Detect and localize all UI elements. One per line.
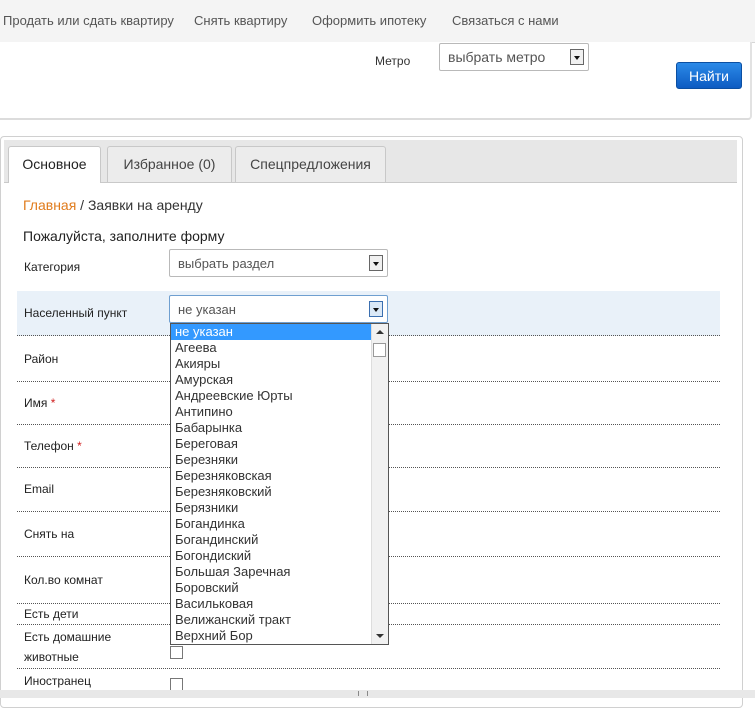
dropdown-option[interactable]: Андреевские Юрты [171,388,388,404]
category-select-value: выбрать раздел [178,256,275,271]
city-label: Населенный пункт [24,306,128,320]
nav-link-contact[interactable]: Связаться с нами [452,13,559,28]
dropdown-scrollbar[interactable] [371,324,388,644]
foreigner-label: Иностранец [24,674,91,688]
name-label-text: Имя [24,396,48,410]
city-dropdown-list[interactable]: не указан Агеева Акияры Амурская Андреевские… [170,323,389,645]
breadcrumb-home-link[interactable]: Главная [23,197,76,213]
kids-label: Есть дети [24,607,79,621]
dropdown-option[interactable]: Верхний Бор [171,628,388,644]
dropdown-option[interactable]: Васильковая [171,596,388,612]
dropdown-option[interactable]: Акияры [171,356,388,372]
breadcrumb-current: Заявки на аренду [87,197,203,213]
city-select[interactable]: не указан [169,295,388,323]
nav-link-mortgage[interactable]: Оформить ипотеку [312,13,426,28]
name-label: Имя * [24,396,55,410]
district-label: Район [24,352,59,366]
dropdown-option[interactable]: Богандинка [171,516,388,532]
metro-select[interactable]: выбрать метро [439,43,589,71]
dropdown-option[interactable]: Боровский [171,580,388,596]
nav-link-rent[interactable]: Снять квартиру [194,13,287,28]
top-nav: Продать или сдать квартиру Снять квартир… [0,0,755,43]
pets-label-line1: Есть домашние [24,630,112,644]
dropdown-option[interactable]: Бабарынка [171,420,388,436]
dropdown-option[interactable]: Велижанский тракт [171,612,388,628]
dropdown-option[interactable]: не указан [171,324,388,340]
scroll-thumb[interactable] [373,343,386,357]
dropdown-option[interactable]: Берязники [171,500,388,516]
pets-label-line2: животные [24,650,79,664]
dropdown-option[interactable]: Амурская [171,372,388,388]
scroll-down-icon[interactable] [376,634,384,638]
metro-select-value: выбрать метро [448,49,546,65]
dropdown-option[interactable]: Агеева [171,340,388,356]
pets-checkbox[interactable] [170,646,183,659]
nav-link-sell-or-rent-out[interactable]: Продать или сдать квартиру [3,13,174,28]
rooms-label: Кол.во комнат [24,573,103,587]
dropdown-option[interactable]: Березняковская [171,468,388,484]
chevron-down-icon [369,255,383,271]
city-select-value: не указан [178,302,236,317]
dropdown-option[interactable]: Богондиский [171,548,388,564]
scroll-grip-icon [358,691,368,696]
dropdown-option[interactable]: Березняки [171,452,388,468]
tab-strip: Основное Избранное (0) Спецпредложения [4,140,737,183]
category-label: Категория [24,260,81,274]
breadcrumb-separator: / [76,197,88,213]
tab-special-offers[interactable]: Спецпредложения [235,146,386,182]
tab-main[interactable]: Основное [8,146,101,183]
dropdown-option[interactable]: Большая Заречная [171,564,388,580]
scroll-up-icon[interactable] [376,330,384,334]
tab-favorites[interactable]: Избранное (0) [107,146,232,182]
dropdown-option[interactable]: Богандинский [171,532,388,548]
horizontal-scrollbar[interactable] [0,690,755,698]
rent-for-label: Снять на [24,527,75,541]
phone-label-text: Телефон [24,439,74,453]
required-mark: * [50,396,56,410]
phone-label: Телефон * [24,439,82,453]
find-button[interactable]: Найти [676,62,742,89]
dropdown-option[interactable]: Береговая [171,436,388,452]
breadcrumb: Главная / Заявки на аренду [23,197,203,213]
email-label: Email [24,482,55,496]
dropdown-option[interactable]: Антипино [171,404,388,420]
form-title: Пожалуйста, заполните форму [23,228,225,244]
metro-label: Метро [375,54,411,68]
city-dropdown-options: не указан Агеева Акияры Амурская Андреевские… [171,324,388,644]
required-mark: * [77,439,82,453]
category-select[interactable]: выбрать раздел [169,249,388,277]
chevron-down-icon [369,301,383,317]
dropdown-option[interactable]: Березняковский [171,484,388,500]
chevron-down-icon [570,49,584,65]
